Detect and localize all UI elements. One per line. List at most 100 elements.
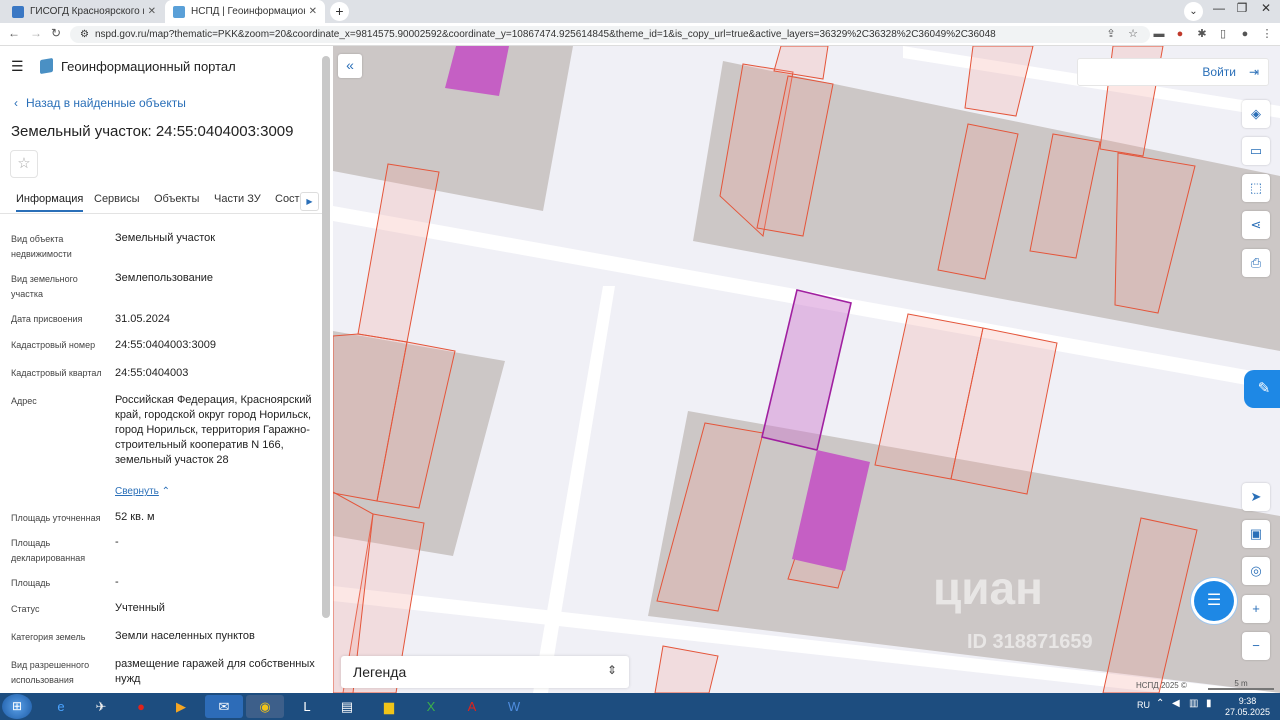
tab-gisogd[interactable]: ГИСОГД Красноярского края ✕ [4,0,164,23]
back-to-results-link[interactable]: ‹ Назад в найденные объекты [14,96,186,110]
side-panel-icon[interactable]: ▯ [1217,28,1229,40]
field-label: Адрес [11,396,37,406]
favorite-star-icon[interactable]: ☆ [10,150,38,178]
acrobat-icon[interactable]: A [453,695,491,718]
close-tab-icon[interactable]: ✕ [148,6,156,17]
network-icon[interactable]: ▥ [1189,698,1198,709]
parcel [654,645,719,693]
zoom-out-icon[interactable]: − [1242,632,1270,660]
volume-icon[interactable]: ◀ [1172,698,1180,709]
print-icon[interactable]: ⎙ [1242,249,1270,277]
menu-kebab-icon[interactable]: ⋮ [1261,28,1273,40]
login-button[interactable]: Войти ⇥ [1077,58,1269,86]
new-tab-button[interactable]: + [330,2,349,21]
collapse-sidebar-icon[interactable]: « [338,54,362,78]
reload-icon[interactable]: ↻ [51,26,61,40]
cian-watermark-id: ID 318871659 [967,631,1093,653]
tab-title: ГИСОГД Красноярского края [30,6,144,17]
geolocation-icon[interactable]: ➤ [1242,483,1270,511]
legend-label: Легенда [353,664,407,680]
tab-search-icon[interactable]: ⌄ [1184,2,1203,21]
field-value: Земельный участок [115,232,216,244]
layers-icon[interactable]: ◈ [1242,100,1270,128]
field-label: Статус [11,604,40,614]
expand-collapse-icon[interactable]: ⇕ [607,663,617,677]
tabs-scroll-right-icon[interactable]: ▶ [300,192,319,211]
site-favicon-icon [12,5,24,18]
bookmark-star-icon[interactable]: ☆ [1127,28,1139,40]
collapse-link[interactable]: Свернуть ⌃ [115,486,170,497]
selected-parcel [761,289,852,451]
sidebar-scrollbar[interactable] [322,56,330,618]
notes-icon[interactable]: ▤ [328,695,366,718]
date: 27.05.2025 [1225,707,1271,717]
chrome-icon[interactable]: ◉ [246,695,284,718]
restore-icon[interactable]: ❐ [1231,0,1253,18]
minimize-icon[interactable]: — [1208,0,1230,18]
parcel [964,46,1034,117]
address-value: Российская Федерация, Красноярский край,… [115,394,312,466]
opera-icon[interactable]: ● [122,695,160,718]
close-window-icon[interactable]: ✕ [1255,0,1277,18]
hamburger-menu-icon[interactable]: ☰ [11,59,25,73]
portal-title: Геоинформационный портал [61,59,236,74]
chat-icon[interactable]: ☰ [1194,581,1234,621]
windows-taskbar: ⊞ e ✈ ● ▶ ✉ ◉ L ▤ ▆ X A W RU ⌃ ◀ ▥ ▮ 9:3… [0,693,1280,720]
extensions-puzzle-icon[interactable]: ✱ [1196,28,1208,40]
field-label: Площадь уточненная [11,513,101,523]
time: 9:38 [1238,696,1257,706]
close-tab-icon[interactable]: ✕ [309,6,317,17]
highlighted-parcel [445,46,509,96]
outlook-icon[interactable]: ✉ [205,695,243,718]
cadastral-map[interactable]: циан ID 318871659 « Войти ⇥ ◈ ▭ ⬚ ⋖ ⎙ ✎ ➤… [333,46,1280,693]
select-area-icon[interactable]: ⬚ [1242,174,1270,202]
zoom-in-icon[interactable]: + [1242,595,1270,623]
field-value: Землепользование [115,272,214,284]
excel-icon[interactable]: X [412,695,450,718]
chevron-up-icon: ⌃ [161,486,171,497]
collapse-label: Свернуть [115,486,159,497]
tab-objects[interactable]: Объекты [154,193,199,205]
login-label: Войти [1202,65,1236,79]
extension-icon[interactable]: ● [1174,28,1186,40]
power-icon[interactable]: ▮ [1206,698,1212,709]
tray-arrow-icon[interactable]: ⌃ [1156,698,1164,709]
tab-title: НСПД | Геоинформационный п... [191,6,305,17]
app-bird-icon[interactable]: ✈ [82,695,120,718]
share-link-icon[interactable]: ⋖ [1242,211,1270,239]
map-canvas [333,46,1280,693]
chevron-left-icon: ‹ [14,96,18,110]
field-label: Площадь [11,578,51,588]
legend-panel[interactable]: Легенда ⇕ [341,656,629,688]
clock[interactable]: 9:38 27.05.2025 [1225,696,1270,718]
tab-nspd[interactable]: НСПД | Геоинформационный п... ✕ [165,0,325,23]
share-icon[interactable]: ⇪ [1105,28,1117,40]
word-icon[interactable]: W [495,695,533,718]
tab-services[interactable]: Сервисы [94,193,140,205]
minimap-icon[interactable]: ▣ [1242,520,1270,548]
map-attribution: НСПД 2025 © [1136,681,1187,690]
cian-watermark: циан [933,562,1043,614]
scale-bar: 5 m [1208,679,1274,690]
keyboard-language[interactable]: RU [1137,700,1150,710]
tab-information[interactable]: Информация [16,193,84,212]
back-arrow-icon[interactable]: ← [8,26,20,40]
site-info-icon[interactable]: ⚙ [80,29,89,40]
explorer-folder-icon[interactable]: ▆ [370,695,408,718]
tab-parts[interactable]: Части ЗУ [214,193,261,205]
forward-arrow-icon[interactable]: → [30,26,42,40]
start-windows-icon[interactable]: ⊞ [2,694,32,719]
locate-point-icon[interactable]: ◎ [1242,557,1270,585]
media-player-icon[interactable]: ▶ [162,695,200,718]
field-label: Вид земельного участка [11,274,78,299]
field-value: 24:55:0404003:3009 [115,339,216,351]
ie-icon[interactable]: e [42,695,80,718]
url-bar[interactable]: ⚙ nspd.gov.ru/map?thematic=PKK&zoom=20&co… [70,26,1150,43]
url-text: nspd.gov.ru/map?thematic=PKK&zoom=20&coo… [94,29,996,40]
lync-icon[interactable]: L [288,695,326,718]
extension-icon[interactable]: ▬ [1153,28,1165,40]
feedback-widget-icon[interactable]: ✎ [1244,370,1280,408]
profile-icon[interactable]: ● [1239,28,1251,40]
field-label: Вид объекта недвижимости [11,234,72,259]
ruler-icon[interactable]: ▭ [1242,137,1270,165]
